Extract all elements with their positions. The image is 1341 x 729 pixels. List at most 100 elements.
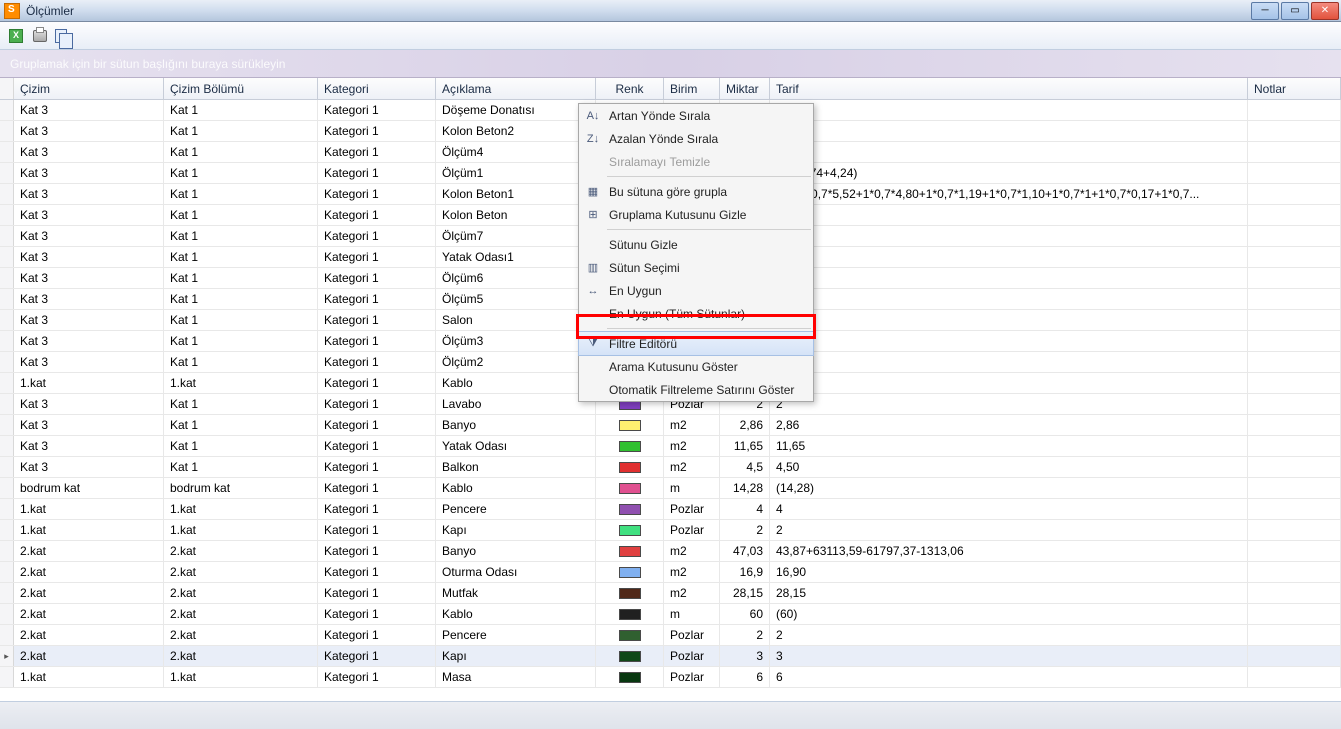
cell[interactable]: m2 bbox=[664, 415, 720, 435]
cell[interactable]: 1.kat bbox=[14, 520, 164, 540]
cell[interactable]: 6 bbox=[770, 667, 1248, 687]
cell[interactable]: Ölçüm1 bbox=[436, 163, 596, 183]
cell[interactable]: Kategori 1 bbox=[318, 268, 436, 288]
cell[interactable]: Kategori 1 bbox=[318, 520, 436, 540]
cell[interactable]: Kapı bbox=[436, 646, 596, 666]
cell[interactable] bbox=[1248, 499, 1341, 519]
menu-item[interactable]: ▥Sütun Seçimi bbox=[579, 256, 813, 279]
cell[interactable]: 11,65 bbox=[720, 436, 770, 456]
col-kategori[interactable]: Kategori bbox=[318, 78, 436, 99]
cell[interactable]: m2 bbox=[664, 436, 720, 456]
cell[interactable] bbox=[1248, 562, 1341, 582]
cell[interactable] bbox=[1248, 184, 1341, 204]
cell[interactable]: Kategori 1 bbox=[318, 100, 436, 120]
cell[interactable] bbox=[1248, 247, 1341, 267]
cell[interactable]: 2.kat bbox=[164, 583, 318, 603]
menu-item[interactable]: ▦Bu sütuna göre grupla bbox=[579, 180, 813, 203]
cell-color[interactable] bbox=[596, 520, 664, 540]
cell[interactable] bbox=[770, 289, 1248, 309]
cell[interactable]: Kategori 1 bbox=[318, 310, 436, 330]
cell-color[interactable] bbox=[596, 562, 664, 582]
cell[interactable]: Kategori 1 bbox=[318, 352, 436, 372]
cell[interactable]: Kategori 1 bbox=[318, 583, 436, 603]
cell[interactable]: 2.kat bbox=[164, 625, 318, 645]
cell[interactable]: 1.kat bbox=[14, 499, 164, 519]
cell[interactable]: Ölçüm7 bbox=[436, 226, 596, 246]
cell[interactable]: Mutfak bbox=[436, 583, 596, 603]
cell[interactable]: Kategori 1 bbox=[318, 499, 436, 519]
cell[interactable]: 1.kat bbox=[14, 373, 164, 393]
cell[interactable] bbox=[1248, 436, 1341, 456]
cell[interactable] bbox=[1248, 289, 1341, 309]
cell[interactable] bbox=[1248, 331, 1341, 351]
export-excel-button[interactable] bbox=[6, 26, 26, 46]
cell[interactable]: Kolon Beton1 bbox=[436, 184, 596, 204]
cell[interactable] bbox=[1248, 352, 1341, 372]
cell[interactable]: 2 bbox=[720, 625, 770, 645]
col-renk[interactable]: Renk bbox=[596, 78, 664, 99]
cell[interactable] bbox=[1248, 625, 1341, 645]
table-row[interactable]: 2.kat2.katKategori 1PencerePozlar22 bbox=[0, 625, 1341, 646]
cell[interactable]: Kat 1 bbox=[164, 121, 318, 141]
cell[interactable]: Kategori 1 bbox=[318, 562, 436, 582]
cell[interactable]: 2.kat bbox=[14, 541, 164, 561]
cell[interactable]: Kat 1 bbox=[164, 247, 318, 267]
cell[interactable] bbox=[1248, 394, 1341, 414]
cell-color[interactable] bbox=[596, 541, 664, 561]
cell[interactable]: Kat 3 bbox=[14, 247, 164, 267]
cell[interactable] bbox=[1248, 268, 1341, 288]
cell[interactable]: 2.kat bbox=[14, 562, 164, 582]
table-row[interactable]: Kat 3Kat 1Kategori 1Yatak Odasım211,6511… bbox=[0, 436, 1341, 457]
cell[interactable]: Kategori 1 bbox=[318, 331, 436, 351]
cell[interactable] bbox=[770, 121, 1248, 141]
cell[interactable]: Kat 1 bbox=[164, 415, 318, 435]
cell[interactable]: 2 bbox=[720, 520, 770, 540]
maximize-button[interactable]: ▭ bbox=[1281, 2, 1309, 20]
cell[interactable]: Lavabo bbox=[436, 394, 596, 414]
cell[interactable]: Kat 3 bbox=[14, 163, 164, 183]
cell[interactable]: 1.kat bbox=[164, 667, 318, 687]
cell[interactable]: 4 bbox=[770, 499, 1248, 519]
cell[interactable]: m bbox=[664, 604, 720, 624]
cell[interactable]: 2.kat bbox=[14, 646, 164, 666]
cell[interactable] bbox=[1248, 520, 1341, 540]
table-row[interactable]: ▸2.kat2.katKategori 1KapıPozlar33 bbox=[0, 646, 1341, 667]
cell[interactable]: 28,15 bbox=[720, 583, 770, 603]
cell[interactable]: 3 bbox=[770, 646, 1248, 666]
cell-color[interactable] bbox=[596, 436, 664, 456]
cell[interactable]: 1.kat bbox=[164, 520, 318, 540]
cell[interactable]: 2 bbox=[770, 625, 1248, 645]
cell[interactable]: 2.kat bbox=[164, 646, 318, 666]
cell[interactable]: Kat 3 bbox=[14, 226, 164, 246]
cell[interactable]: 28,15 bbox=[770, 583, 1248, 603]
cell[interactable] bbox=[1248, 121, 1341, 141]
cell-color[interactable] bbox=[596, 415, 664, 435]
cell[interactable]: Kat 1 bbox=[164, 457, 318, 477]
cell[interactable]: 4,5 bbox=[720, 457, 770, 477]
table-row[interactable]: Kat 3Kat 1Kategori 1Balkonm24,54,50 bbox=[0, 457, 1341, 478]
cell-color[interactable] bbox=[596, 583, 664, 603]
cell-color[interactable] bbox=[596, 604, 664, 624]
cell[interactable]: m2 bbox=[664, 541, 720, 561]
cell[interactable]: 1.kat bbox=[14, 667, 164, 687]
cell[interactable]: Kategori 1 bbox=[318, 415, 436, 435]
menu-item[interactable]: Arama Kutusunu Göster bbox=[579, 355, 813, 378]
cell[interactable] bbox=[1248, 415, 1341, 435]
cell[interactable]: Pencere bbox=[436, 625, 596, 645]
col-birim[interactable]: Birim bbox=[664, 78, 720, 99]
cell[interactable] bbox=[770, 247, 1248, 267]
cell[interactable]: 2.kat bbox=[164, 541, 318, 561]
cell[interactable] bbox=[770, 268, 1248, 288]
cell[interactable]: Kategori 1 bbox=[318, 604, 436, 624]
cell[interactable]: Oturma Odası bbox=[436, 562, 596, 582]
cell[interactable] bbox=[1248, 541, 1341, 561]
cell[interactable] bbox=[770, 100, 1248, 120]
cell[interactable]: Kategori 1 bbox=[318, 436, 436, 456]
cell[interactable]: 2 bbox=[770, 394, 1248, 414]
cell[interactable] bbox=[1248, 163, 1341, 183]
cell[interactable] bbox=[770, 226, 1248, 246]
cell[interactable]: 16,90 bbox=[770, 562, 1248, 582]
cell[interactable]: Kablo bbox=[436, 373, 596, 393]
cell[interactable]: (14,28) bbox=[770, 478, 1248, 498]
copy-button[interactable]: ▾ bbox=[54, 26, 74, 46]
